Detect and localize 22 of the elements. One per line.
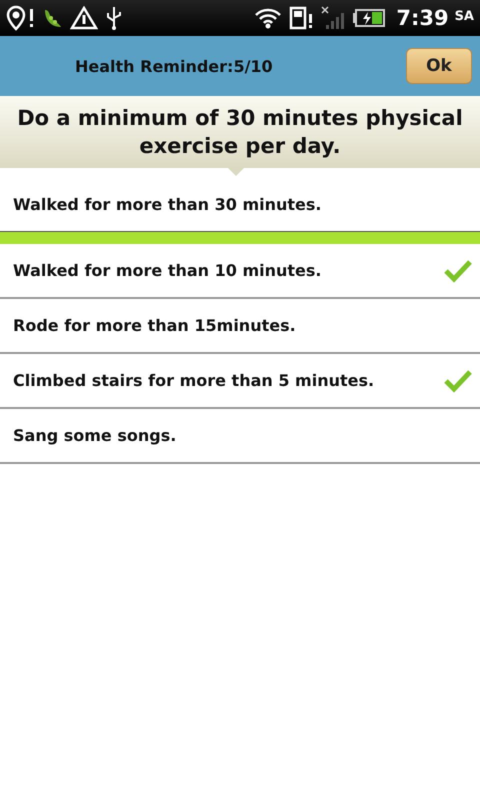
clock-time: 7:39 — [396, 6, 449, 30]
list-item[interactable]: Climbed stairs for more than 5 minutes. — [0, 354, 480, 407]
item-label: Walked for more than 10 minutes. — [13, 261, 322, 280]
item-label: Climbed stairs for more than 5 minutes. — [13, 371, 374, 390]
banner-text: Do a minimum of 30 minutes physical exercise per day. — [17, 106, 463, 158]
location-pin-icon — [6, 5, 36, 31]
battery-icon — [352, 8, 386, 28]
list-item[interactable]: Rode for more than 15minutes. — [0, 299, 480, 352]
ok-button[interactable]: Ok — [406, 48, 472, 84]
list-item[interactable]: Walked for more than 30 minutes. — [0, 178, 480, 231]
item-label: Rode for more than 15minutes. — [13, 316, 296, 335]
signal-icon — [320, 5, 346, 31]
list-item[interactable]: Sang some songs. — [0, 409, 480, 462]
item-label: Sang some songs. — [13, 426, 176, 445]
clock-period: SA — [454, 9, 474, 24]
warning-icon — [70, 6, 98, 30]
list-item[interactable]: Walked for more than 10 minutes. — [0, 244, 480, 297]
wifi-icon — [254, 7, 282, 29]
screen-title: Health Reminder:5/10 — [75, 56, 273, 76]
item-label: Walked for more than 30 minutes. — [13, 195, 322, 214]
sd-card-icon — [288, 6, 314, 30]
usb-icon — [104, 5, 124, 31]
